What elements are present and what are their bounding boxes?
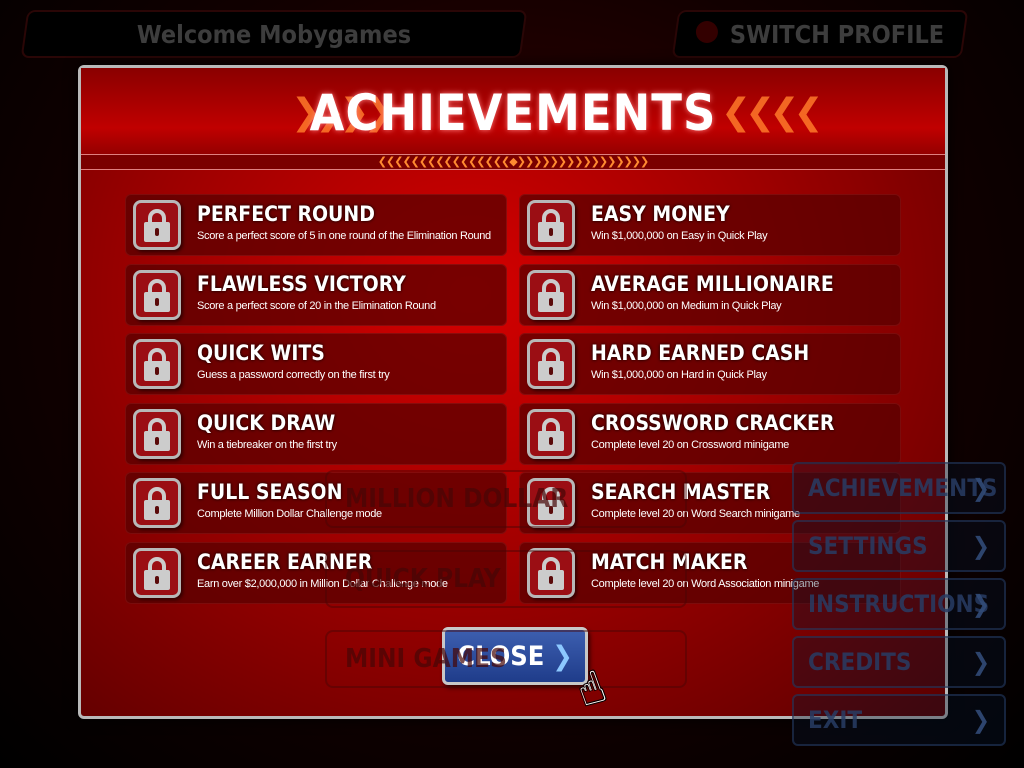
menu-quick-play[interactable]: QUICK PLAY (325, 550, 687, 608)
achievement-name: FULL SEASON (197, 480, 343, 504)
achievement-card: AVERAGE MILLIONAIRE Win $1,000,000 on Me… (519, 263, 901, 326)
achievement-card: EASY MONEY Win $1,000,000 on Easy in Qui… (519, 194, 901, 256)
menu-million-dollar[interactable]: MILLION DOLLAR (325, 470, 687, 528)
achievement-description: Complete level 20 on Crossword minigame (591, 438, 790, 451)
menu-exit[interactable]: EXIT ❯ (792, 694, 1006, 746)
achievement-name: EASY MONEY (591, 202, 730, 226)
menu-label: MINI GAMES (345, 644, 507, 674)
lock-icon (527, 200, 575, 250)
achievement-name: QUICK WITS (197, 341, 325, 365)
menu-credits[interactable]: CREDITS ❯ (792, 636, 1006, 688)
menu-instructions[interactable]: INSTRUCTIONS ❯ (792, 578, 1006, 630)
achievement-description: Score a perfect score of 5 in one round … (197, 230, 491, 242)
achievement-card: FLAWLESS VICTORY Score a perfect score o… (125, 263, 507, 326)
achievement-card: QUICK DRAW Win a tiebreaker on the first… (125, 402, 507, 465)
chevrons-decoration-icon: ❮❮❮❮ (721, 92, 824, 133)
menu-achievements[interactable]: ACHIEVEMENTS ❯ (792, 462, 1006, 514)
lock-icon (133, 478, 181, 528)
achievement-card: PERFECT ROUND Score a perfect score of 5… (125, 194, 507, 256)
lock-icon (133, 408, 181, 459)
dialog-header: ❯❯❯❯ ACHIEVEMENTS ❮❮❮❮ ❮❮❮❮❮❮❮❮❮❮❮❮❮❮❮❮◆… (81, 68, 945, 170)
menu-label: EXIT (808, 706, 863, 734)
lock-icon (133, 200, 181, 250)
menu-label: QUICK PLAY (345, 564, 501, 594)
achievement-card: QUICK WITS Guess a password correctly on… (125, 333, 507, 395)
achievement-card: CROSSWORD CRACKER Complete level 20 on C… (519, 402, 901, 465)
switch-profile-label: SWITCH PROFILE (729, 19, 945, 49)
achievement-name: PERFECT ROUND (197, 202, 375, 226)
menu-label: ACHIEVEMENTS (808, 474, 998, 502)
achievement-name: FLAWLESS VICTORY (197, 271, 406, 296)
achievement-description: Win $1,000,000 on Hard in Quick Play (591, 369, 767, 381)
chevron-right-icon: ❯ (971, 532, 990, 560)
lock-icon (527, 408, 575, 459)
achievement-description: Win $1,000,000 on Medium in Quick Play (591, 299, 782, 312)
achievement-name: CROSSWORD CRACKER (591, 410, 835, 435)
lock-icon (133, 547, 181, 598)
chevron-right-icon: ❯ (971, 648, 990, 676)
chevron-right-icon: ❯ (971, 590, 990, 618)
chevron-right-icon: ❯ (971, 706, 990, 734)
menu-settings[interactable]: SETTINGS ❯ (792, 520, 1006, 572)
chevron-right-icon: ❯ (971, 474, 990, 502)
menu-label: SETTINGS (808, 532, 928, 560)
achievement-name: HARD EARNED CASH (591, 341, 810, 365)
menu-mini-games[interactable]: MINI GAMES (325, 630, 687, 688)
menu-label: CREDITS (808, 648, 912, 676)
achievement-description: Win a tiebreaker on the first try (197, 438, 337, 451)
achievement-description: Guess a password correctly on the first … (197, 369, 390, 381)
welcome-text: Welcome Mobygames (136, 19, 412, 49)
lock-icon (133, 339, 181, 389)
switch-profile-button[interactable]: SWITCH PROFILE (671, 10, 969, 58)
lock-icon (133, 269, 181, 320)
achievement-description: Win $1,000,000 on Easy in Quick Play (591, 230, 768, 242)
menu-label: INSTRUCTIONS (808, 590, 990, 618)
menu-label: MILLION DOLLAR (345, 484, 569, 514)
decorative-strip: ❮❮❮❮❮❮❮❮❮❮❮❮❮❮❮❮◆❯❯❯❯❯❯❯❯❯❯❯❯❯❯❯❯ (81, 154, 945, 170)
achievement-card: HARD EARNED CASH Win $1,000,000 on Hard … (519, 333, 901, 395)
lock-icon (527, 269, 575, 320)
profile-icon (695, 20, 718, 43)
lock-icon (527, 339, 575, 389)
achievement-description: Score a perfect score of 20 in the Elimi… (197, 299, 436, 312)
achievement-name: AVERAGE MILLIONAIRE (591, 271, 834, 296)
achievement-name: QUICK DRAW (197, 410, 336, 435)
welcome-banner: Welcome Mobygames (20, 10, 528, 58)
